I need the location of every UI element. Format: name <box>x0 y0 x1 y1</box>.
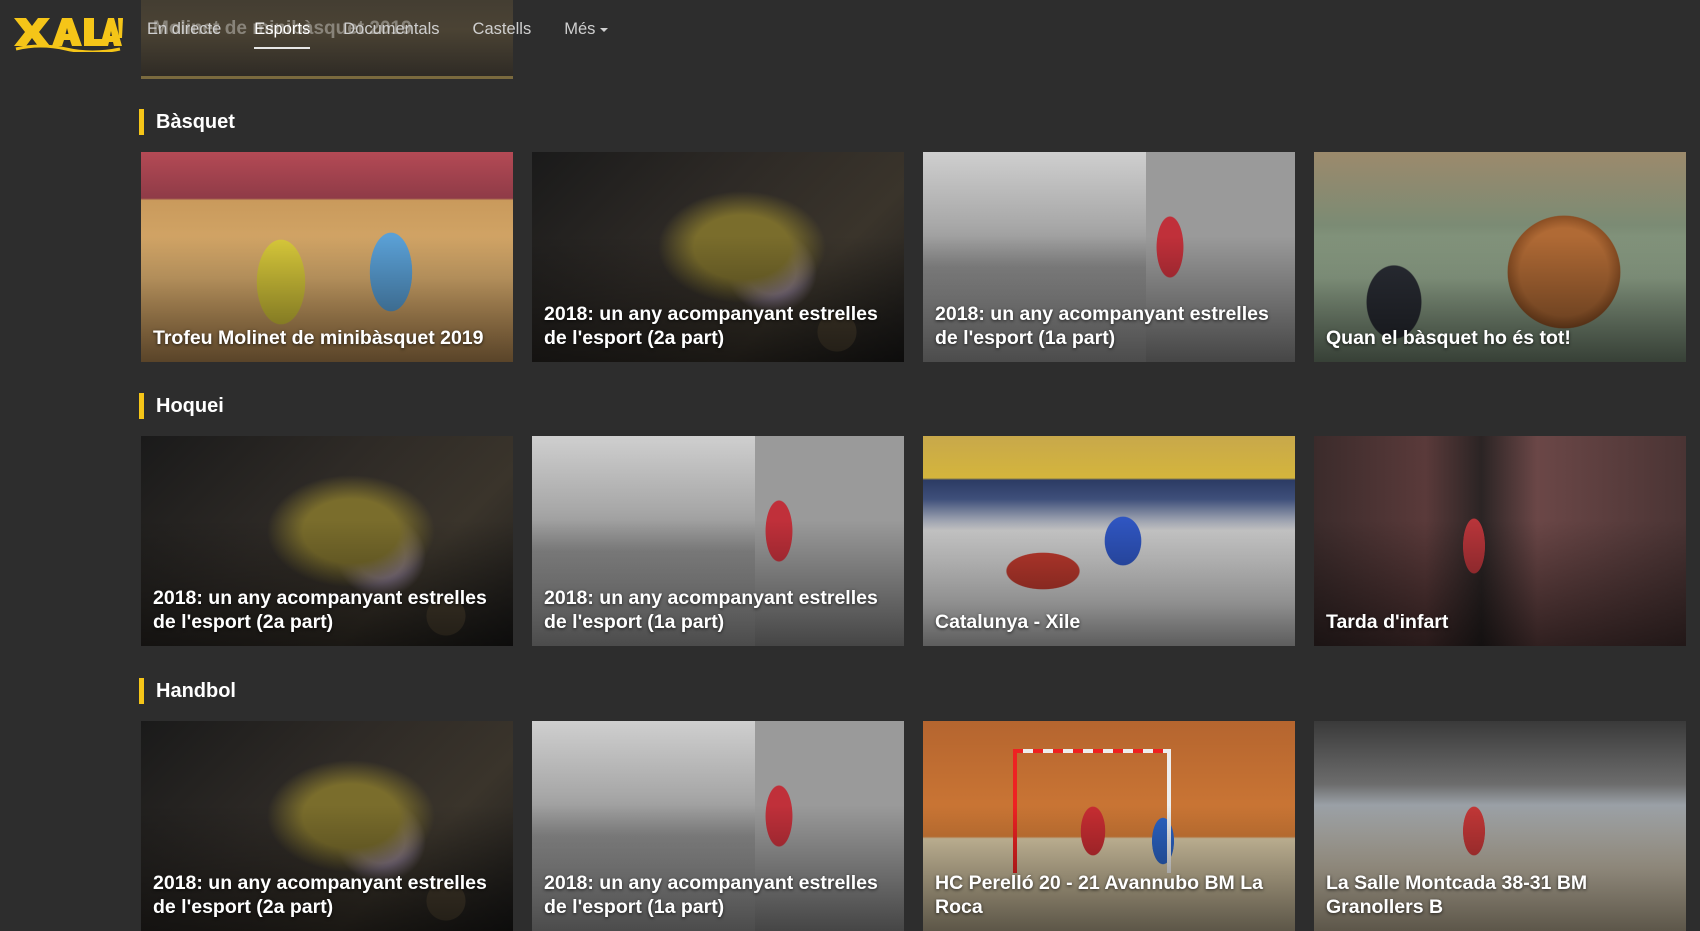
video-card-title: 2018: un any acompanyant estrelles de l'… <box>544 587 878 633</box>
video-card-title: La Salle Montcada 38-31 BM Granollers B <box>1326 872 1588 918</box>
top-header: En directe Esports Documentals Castells … <box>0 0 1700 62</box>
nav-item-esports[interactable]: Esports <box>254 20 310 49</box>
video-card-title: 2018: un any acompanyant estrelles de l'… <box>544 872 878 918</box>
video-card[interactable]: Quan el bàsquet ho és tot! <box>1314 152 1686 362</box>
video-card-title: 2018: un any acompanyant estrelles de l'… <box>544 303 878 349</box>
video-card[interactable]: Trofeu Molinet de minibàsquet 2019 <box>141 152 513 362</box>
video-card-title: Quan el bàsquet ho és tot! <box>1326 327 1571 349</box>
video-card[interactable]: 2018: un any acompanyant estrelles de l'… <box>141 721 513 931</box>
video-row: Trofeu Molinet de minibàsquet 2019 2018:… <box>141 152 1686 362</box>
video-card-title: 2018: un any acompanyant estrelles de l'… <box>935 303 1269 349</box>
video-card[interactable]: 2018: un any acompanyant estrelles de l'… <box>923 152 1295 362</box>
video-card-title: 2018: un any acompanyant estrelles de l'… <box>153 587 487 633</box>
video-card[interactable]: Catalunya - Xile <box>923 436 1295 646</box>
video-card-title: Catalunya - Xile <box>935 611 1081 633</box>
video-card[interactable]: 2018: un any acompanyant estrelles de l'… <box>532 152 904 362</box>
nav-item-castells[interactable]: Castells <box>473 20 532 39</box>
xala-logo[interactable] <box>10 12 123 54</box>
nav-item-mes[interactable]: Més <box>564 20 609 39</box>
nav-item-en-directe[interactable]: En directe <box>147 20 221 39</box>
video-card-title: HC Perelló 20 - 21 Avannubo BM La Roca <box>935 872 1263 918</box>
video-card[interactable]: HC Perelló 20 - 21 Avannubo BM La Roca <box>923 721 1295 931</box>
caret-down-icon <box>600 27 609 32</box>
video-row: 2018: un any acompanyant estrelles de l'… <box>141 721 1686 931</box>
section-title: Hoquei <box>139 393 224 419</box>
app: Molinet de minibàsquet 2019 En directe E… <box>0 0 1700 931</box>
video-card[interactable]: 2018: un any acompanyant estrelles de l'… <box>532 721 904 931</box>
video-row: 2018: un any acompanyant estrelles de l'… <box>141 436 1686 646</box>
nav-item-documentals[interactable]: Documentals <box>343 20 439 39</box>
video-card-title: 2018: un any acompanyant estrelles de l'… <box>153 872 487 918</box>
section-title: Handbol <box>139 678 236 704</box>
section-title: Bàsquet <box>139 109 235 135</box>
video-card[interactable]: 2018: un any acompanyant estrelles de l'… <box>141 436 513 646</box>
video-card-title: Tarda d'infart <box>1326 611 1449 633</box>
video-card-title: Trofeu Molinet de minibàsquet 2019 <box>153 327 484 349</box>
main-nav: En directe Esports Documentals Castells … <box>147 20 641 49</box>
video-card[interactable]: La Salle Montcada 38-31 BM Granollers B <box>1314 721 1686 931</box>
video-card[interactable]: 2018: un any acompanyant estrelles de l'… <box>532 436 904 646</box>
video-card[interactable]: Tarda d'infart <box>1314 436 1686 646</box>
